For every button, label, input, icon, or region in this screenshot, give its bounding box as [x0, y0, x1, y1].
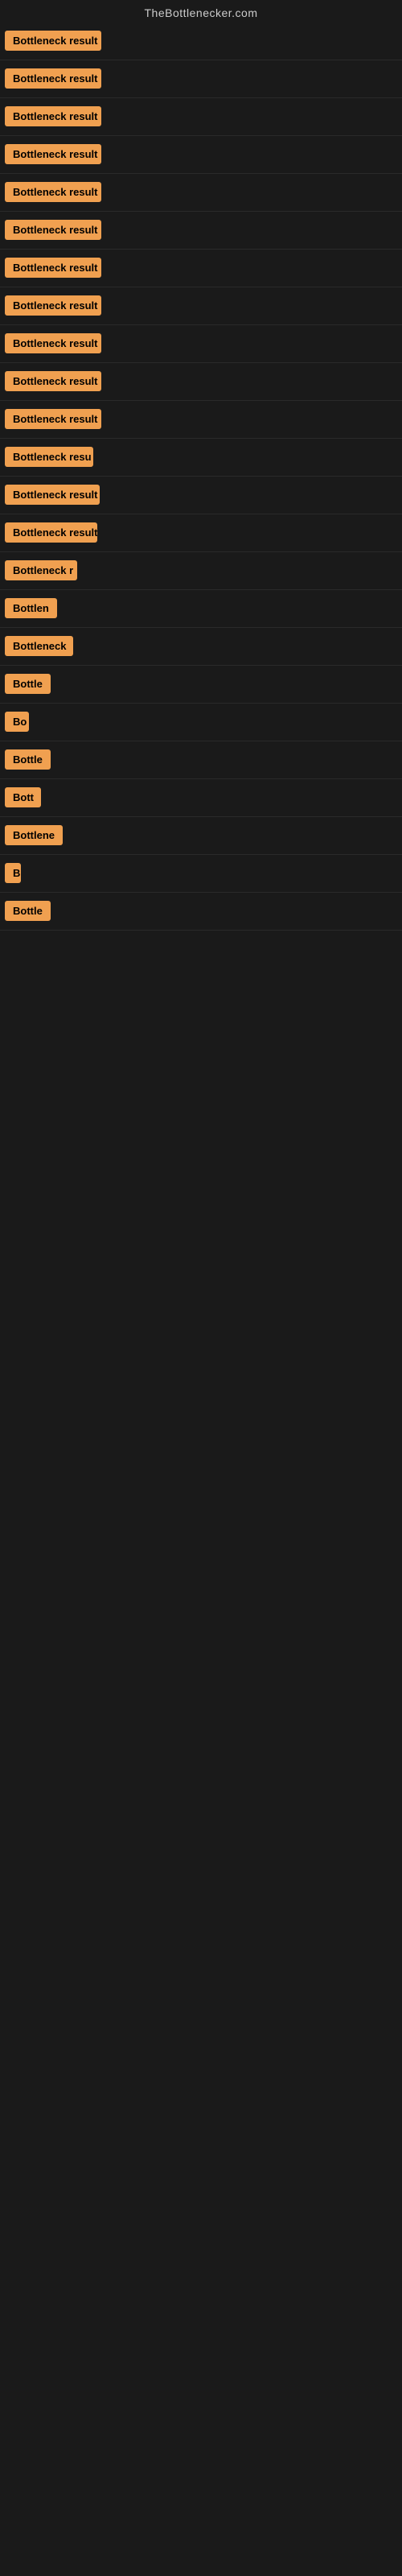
bottleneck-badge-17[interactable]: Bottleneck	[5, 636, 73, 656]
result-row-17: Bottleneck	[0, 628, 402, 666]
bottleneck-badge-14[interactable]: Bottleneck result	[5, 522, 97, 543]
bottleneck-badge-6[interactable]: Bottleneck result	[5, 220, 101, 240]
result-row-12: Bottleneck resu	[0, 439, 402, 477]
bottleneck-badge-13[interactable]: Bottleneck result	[5, 485, 100, 505]
result-row-5: Bottleneck result	[0, 174, 402, 212]
result-row-20: Bottle	[0, 741, 402, 779]
result-row-9: Bottleneck result	[0, 325, 402, 363]
site-title: TheBottlenecker.com	[0, 0, 402, 23]
result-row-4: Bottleneck result	[0, 136, 402, 174]
result-row-22: Bottlene	[0, 817, 402, 855]
bottleneck-badge-8[interactable]: Bottleneck result	[5, 295, 101, 316]
bottleneck-badge-22[interactable]: Bottlene	[5, 825, 63, 845]
result-row-18: Bottle	[0, 666, 402, 704]
result-row-16: Bottlen	[0, 590, 402, 628]
bottleneck-badge-1[interactable]: Bottleneck result	[5, 31, 101, 51]
result-row-19: Bo	[0, 704, 402, 741]
result-row-6: Bottleneck result	[0, 212, 402, 250]
bottleneck-badge-15[interactable]: Bottleneck r	[5, 560, 77, 580]
bottleneck-badge-5[interactable]: Bottleneck result	[5, 182, 101, 202]
bottleneck-badge-4[interactable]: Bottleneck result	[5, 144, 101, 164]
result-row-3: Bottleneck result	[0, 98, 402, 136]
bottleneck-badge-12[interactable]: Bottleneck resu	[5, 447, 93, 467]
bottleneck-badge-16[interactable]: Bottlen	[5, 598, 57, 618]
bottleneck-badge-19[interactable]: Bo	[5, 712, 29, 732]
bottleneck-badge-21[interactable]: Bott	[5, 787, 41, 807]
bottleneck-badge-2[interactable]: Bottleneck result	[5, 68, 101, 89]
result-row-23: B	[0, 855, 402, 893]
result-row-21: Bott	[0, 779, 402, 817]
result-row-14: Bottleneck result	[0, 514, 402, 552]
bottleneck-badge-9[interactable]: Bottleneck result	[5, 333, 101, 353]
result-row-2: Bottleneck result	[0, 60, 402, 98]
bottleneck-badge-20[interactable]: Bottle	[5, 749, 51, 770]
bottleneck-badge-23[interactable]: B	[5, 863, 21, 883]
bottleneck-badge-7[interactable]: Bottleneck result	[5, 258, 101, 278]
bottleneck-badge-24[interactable]: Bottle	[5, 901, 51, 921]
bottleneck-badge-11[interactable]: Bottleneck result	[5, 409, 101, 429]
result-row-1: Bottleneck result	[0, 23, 402, 60]
results-container: Bottleneck result Bottleneck result Bottle…	[0, 23, 402, 931]
result-row-11: Bottleneck result	[0, 401, 402, 439]
bottleneck-badge-10[interactable]: Bottleneck result	[5, 371, 101, 391]
result-row-7: Bottleneck result	[0, 250, 402, 287]
bottleneck-badge-18[interactable]: Bottle	[5, 674, 51, 694]
result-row-15: Bottleneck r	[0, 552, 402, 590]
result-row-10: Bottleneck result	[0, 363, 402, 401]
bottleneck-badge-3[interactable]: Bottleneck result	[5, 106, 101, 126]
page-container: TheBottlenecker.com Bottleneck resultBot…	[0, 0, 402, 931]
result-row-8: Bottleneck result	[0, 287, 402, 325]
result-row-13: Bottleneck result	[0, 477, 402, 514]
result-row-24: Bottle	[0, 893, 402, 931]
